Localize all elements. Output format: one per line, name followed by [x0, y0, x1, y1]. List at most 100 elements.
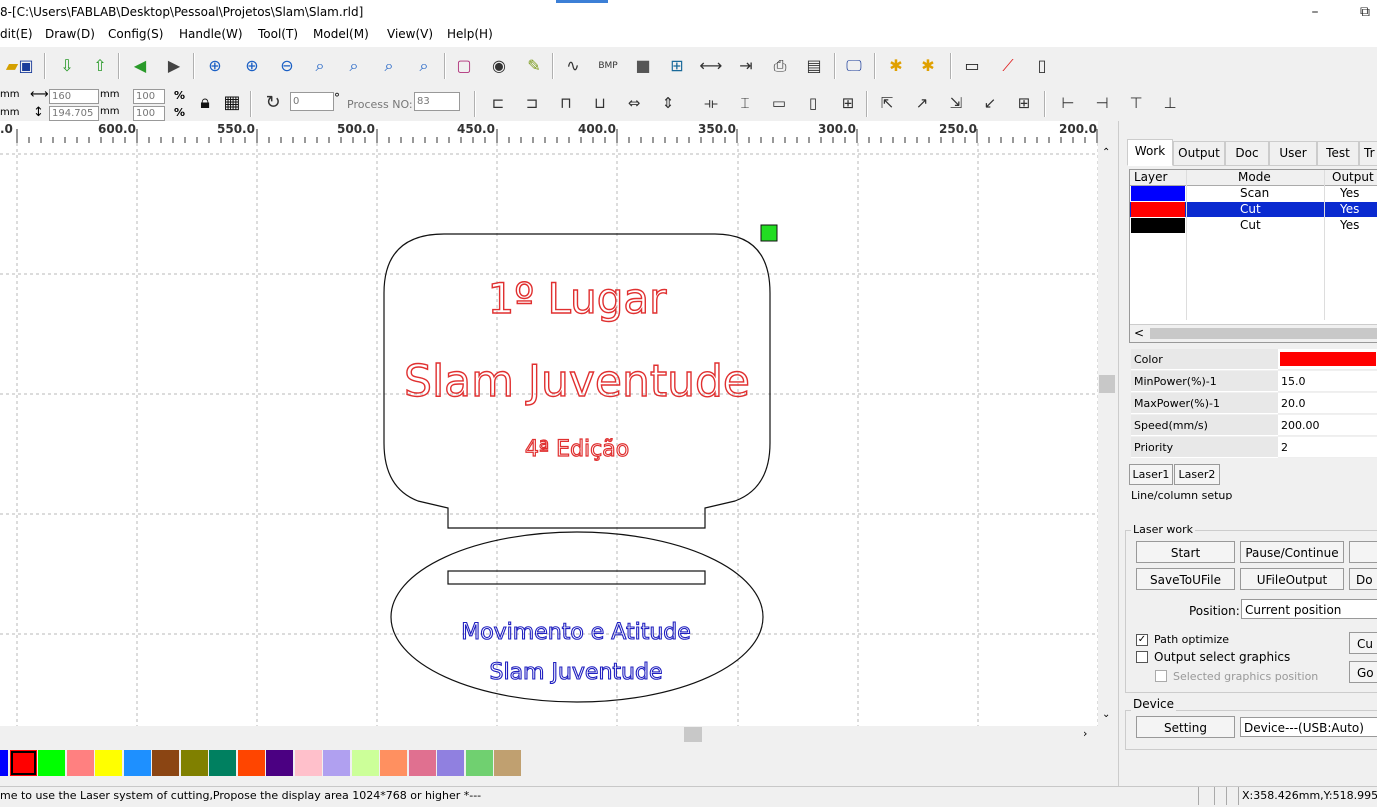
- scale-x-input[interactable]: 100: [133, 89, 165, 104]
- bitmap-icon[interactable]: BMP: [596, 54, 620, 78]
- base-slot[interactable]: [447, 570, 706, 585]
- move-left-icon[interactable]: ⊢: [1057, 92, 1079, 114]
- save-to-ufile-button[interactable]: SaveToUFile: [1136, 568, 1235, 590]
- download-button[interactable]: Do: [1349, 568, 1377, 590]
- menu-help[interactable]: Help(H): [447, 27, 493, 41]
- base-text-line1[interactable]: Movimento e Atitude: [461, 619, 692, 645]
- zoom-page-icon[interactable]: ⌕: [308, 54, 332, 78]
- prop-priority-value[interactable]: 2: [1278, 437, 1377, 458]
- laser1-tab[interactable]: Laser1: [1129, 464, 1173, 485]
- select-group-icon[interactable]: ✱: [884, 54, 908, 78]
- align-left-icon[interactable]: ⊏: [487, 92, 509, 114]
- prop-maxpower-value[interactable]: 20.0: [1278, 393, 1377, 414]
- ungroup-icon[interactable]: ✱: [916, 54, 940, 78]
- device-select[interactable]: Device---(USB:Auto): [1240, 717, 1377, 737]
- array-icon[interactable]: ⊞: [665, 54, 689, 78]
- palette-swatch[interactable]: [437, 750, 464, 776]
- palette-swatch[interactable]: [123, 750, 151, 776]
- move-top-left-icon[interactable]: ⇱: [876, 92, 898, 114]
- palette-swatch[interactable]: [9, 750, 37, 776]
- prop-color-value[interactable]: [1278, 349, 1377, 370]
- monitor-icon[interactable]: 🖵: [842, 54, 866, 78]
- save-icon[interactable]: ▣: [14, 54, 38, 78]
- scroll-left-icon[interactable]: <: [1134, 326, 1144, 340]
- tab-transform[interactable]: Tr: [1359, 141, 1377, 166]
- zoom-out-icon[interactable]: ⊖: [275, 54, 299, 78]
- palette-swatch[interactable]: [66, 750, 94, 776]
- ruler-icon[interactable]: ▯: [1030, 54, 1054, 78]
- minimize-button[interactable]: –: [1300, 2, 1330, 22]
- center-vertical-icon[interactable]: ⇕: [657, 92, 679, 114]
- palette-swatch[interactable]: [351, 750, 379, 776]
- height-input[interactable]: 194.705: [49, 106, 99, 121]
- process-input[interactable]: 83: [414, 92, 460, 111]
- equal-spacing-h-icon[interactable]: ⟛: [700, 92, 722, 114]
- zoom-all-icon[interactable]: ⌕: [377, 54, 401, 78]
- restore-button[interactable]: ⧉: [1350, 2, 1377, 22]
- align-top-icon[interactable]: ⊓: [555, 92, 577, 114]
- same-size-icon[interactable]: ⊞: [837, 92, 859, 114]
- palette-swatch[interactable]: [180, 750, 208, 776]
- stop-button[interactable]: [1349, 541, 1377, 563]
- prop-speed-value[interactable]: 200.00: [1278, 415, 1377, 436]
- zoom-pan-icon[interactable]: ⊕: [203, 54, 227, 78]
- palette-swatch[interactable]: [209, 750, 236, 776]
- scale-y-input[interactable]: 100: [133, 106, 165, 121]
- title-text[interactable]: 1º Lugar: [487, 273, 668, 323]
- same-height-icon[interactable]: ▯: [802, 92, 824, 114]
- palette-swatch[interactable]: [323, 750, 350, 776]
- scroll-right-icon[interactable]: ›: [1083, 727, 1087, 740]
- rotate-input[interactable]: 0: [290, 92, 334, 111]
- menu-handle[interactable]: Handle(W): [179, 27, 243, 41]
- path-optimize-checkbox[interactable]: ✓: [1136, 634, 1148, 646]
- curve-icon[interactable]: ∿: [561, 54, 585, 78]
- align-bottom-icon[interactable]: ⊔: [589, 92, 611, 114]
- palette-swatch[interactable]: [0, 750, 8, 776]
- tab-work[interactable]: Work: [1127, 139, 1173, 166]
- align-width-icon[interactable]: ⟷: [699, 54, 723, 78]
- palette-swatch[interactable]: [465, 750, 493, 776]
- rectangle-icon[interactable]: ■: [631, 54, 655, 78]
- position-marker[interactable]: [760, 224, 778, 242]
- equal-spacing-v-icon[interactable]: ⌶: [734, 92, 756, 114]
- horizontal-scroll-thumb[interactable]: [684, 727, 702, 742]
- move-bottom-right-icon[interactable]: ⇲: [945, 92, 967, 114]
- palette-swatch[interactable]: [266, 750, 293, 776]
- layer-row[interactable]: Cut Yes: [1130, 218, 1377, 233]
- scroll-up-icon[interactable]: ⌃: [1102, 147, 1110, 158]
- palette-swatch[interactable]: [380, 750, 407, 776]
- import-icon[interactable]: ⇩: [55, 54, 79, 78]
- export-icon[interactable]: ⇧: [88, 54, 112, 78]
- center-horizontal-icon[interactable]: ⇔: [623, 92, 645, 114]
- menu-edit[interactable]: dit(E): [0, 27, 33, 41]
- start-button[interactable]: Start: [1136, 541, 1235, 563]
- properties-icon[interactable]: ▤: [802, 54, 826, 78]
- camera-icon[interactable]: ▭: [960, 54, 984, 78]
- menu-model[interactable]: Model(M): [313, 27, 369, 41]
- pause-continue-button[interactable]: Pause/Continue: [1240, 541, 1344, 563]
- same-width-icon[interactable]: ▭: [768, 92, 790, 114]
- horizontal-scrollbar[interactable]: ›: [0, 726, 1098, 743]
- move-up-icon[interactable]: ⊤: [1125, 92, 1147, 114]
- layer-table-scrollbar[interactable]: <: [1130, 324, 1377, 342]
- layer-row-selected[interactable]: Cut Yes: [1130, 202, 1377, 217]
- undo-icon[interactable]: ◀: [128, 54, 152, 78]
- scroll-down-icon[interactable]: ⌄: [1102, 709, 1110, 720]
- laser2-tab[interactable]: Laser2: [1174, 464, 1220, 485]
- ufile-output-button[interactable]: UFileOutput: [1240, 568, 1344, 590]
- menu-view[interactable]: View(V): [387, 27, 433, 41]
- go-button[interactable]: Go: [1349, 661, 1377, 683]
- menu-draw[interactable]: Draw(D): [45, 27, 95, 41]
- redo-icon[interactable]: ▶: [162, 54, 186, 78]
- palette-swatch[interactable]: [408, 750, 436, 776]
- menu-tool[interactable]: Tool(T): [258, 27, 298, 41]
- selected-position-checkbox[interactable]: [1155, 670, 1167, 682]
- layer-row[interactable]: Scan Yes: [1130, 186, 1377, 201]
- tab-test[interactable]: Test: [1317, 141, 1359, 166]
- tab-user[interactable]: User: [1269, 141, 1317, 166]
- palette-swatch[interactable]: [494, 750, 521, 776]
- layer-scroll-thumb[interactable]: [1150, 328, 1377, 339]
- edition-text[interactable]: 4ª Edição: [524, 436, 630, 462]
- tab-output[interactable]: Output: [1173, 141, 1225, 166]
- move-down-icon[interactable]: ⊥: [1159, 92, 1181, 114]
